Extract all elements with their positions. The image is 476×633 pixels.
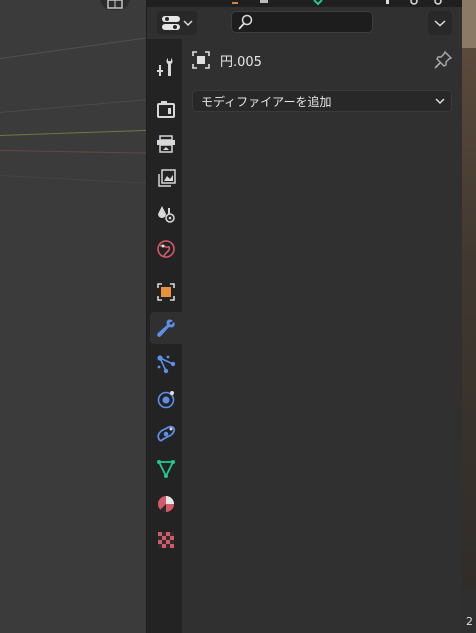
grid-icon: [107, 0, 123, 9]
add-modifier-label: モディファイアーを追加: [201, 94, 332, 109]
properties-tabs: [147, 39, 182, 633]
tab-constraints[interactable]: [150, 418, 182, 450]
constraints-icon: [157, 425, 176, 442]
editor-type-button[interactable]: [157, 11, 197, 35]
scene-icon: [158, 206, 175, 223]
tab-scene[interactable]: [150, 198, 182, 230]
tab-render[interactable]: [150, 93, 182, 125]
texture-icon: [158, 532, 174, 548]
add-modifier-dropdown[interactable]: モディファイアーを追加: [192, 90, 452, 112]
tab-particles[interactable]: [150, 348, 182, 380]
y-axis-line: [0, 129, 146, 136]
mesh-data-icon: [157, 460, 175, 479]
viewport-gizmo-button[interactable]: [100, 0, 130, 10]
properties-editor: 円.005 モディファイアーを追加: [146, 7, 463, 633]
object-name: 円.005: [220, 54, 262, 70]
object-context-row: 円.005: [192, 49, 452, 71]
properties-header: [147, 7, 463, 39]
chevron-down-icon: [183, 20, 193, 27]
chevron-down-icon: [435, 98, 445, 105]
search-icon: [238, 14, 253, 30]
tab-world[interactable]: [150, 233, 182, 265]
tab-output[interactable]: [150, 128, 182, 160]
tool-settings-icon: [157, 58, 173, 76]
header-icons: [232, 0, 442, 6]
edge-number: 2: [466, 615, 473, 628]
image-preview: [462, 48, 476, 588]
chevron-down-icon: [434, 20, 446, 27]
options-button[interactable]: [428, 11, 452, 35]
tab-material[interactable]: [150, 488, 182, 520]
pin-icon: [434, 51, 452, 69]
tab-modifiers[interactable]: [150, 312, 182, 344]
tab-object[interactable]: [150, 276, 182, 308]
world-icon: [157, 240, 175, 258]
object-data-icon: [192, 51, 210, 69]
wrench-icon: [157, 319, 175, 338]
object-icon: [157, 283, 175, 301]
grid-line: [0, 175, 146, 185]
search-input[interactable]: [258, 14, 372, 30]
tab-tool[interactable]: [150, 51, 182, 83]
search-field[interactable]: [231, 11, 373, 33]
right-edge-panel: 2: [462, 0, 476, 633]
particles-icon: [157, 355, 176, 374]
tab-data[interactable]: [150, 453, 182, 485]
modifier-properties-panel: 円.005 モディファイアーを追加: [182, 39, 463, 633]
material-icon: [158, 496, 174, 513]
3d-viewport[interactable]: [0, 0, 146, 633]
tab-physics[interactable]: [150, 383, 182, 415]
tab-view-layer[interactable]: [150, 163, 182, 195]
top-header-strip: [146, 0, 462, 7]
pin-button[interactable]: [434, 51, 452, 69]
grid-line: [0, 98, 146, 113]
tab-texture[interactable]: [150, 524, 182, 556]
view-layer-icon: [158, 169, 176, 187]
image-preview-top: [462, 0, 476, 48]
properties-editor-icon: [162, 16, 180, 30]
physics-icon: [157, 391, 175, 409]
x-axis-line: [0, 150, 146, 154]
render-icon: [157, 101, 175, 118]
output-icon: [157, 135, 175, 153]
grid-line: [0, 35, 146, 59]
